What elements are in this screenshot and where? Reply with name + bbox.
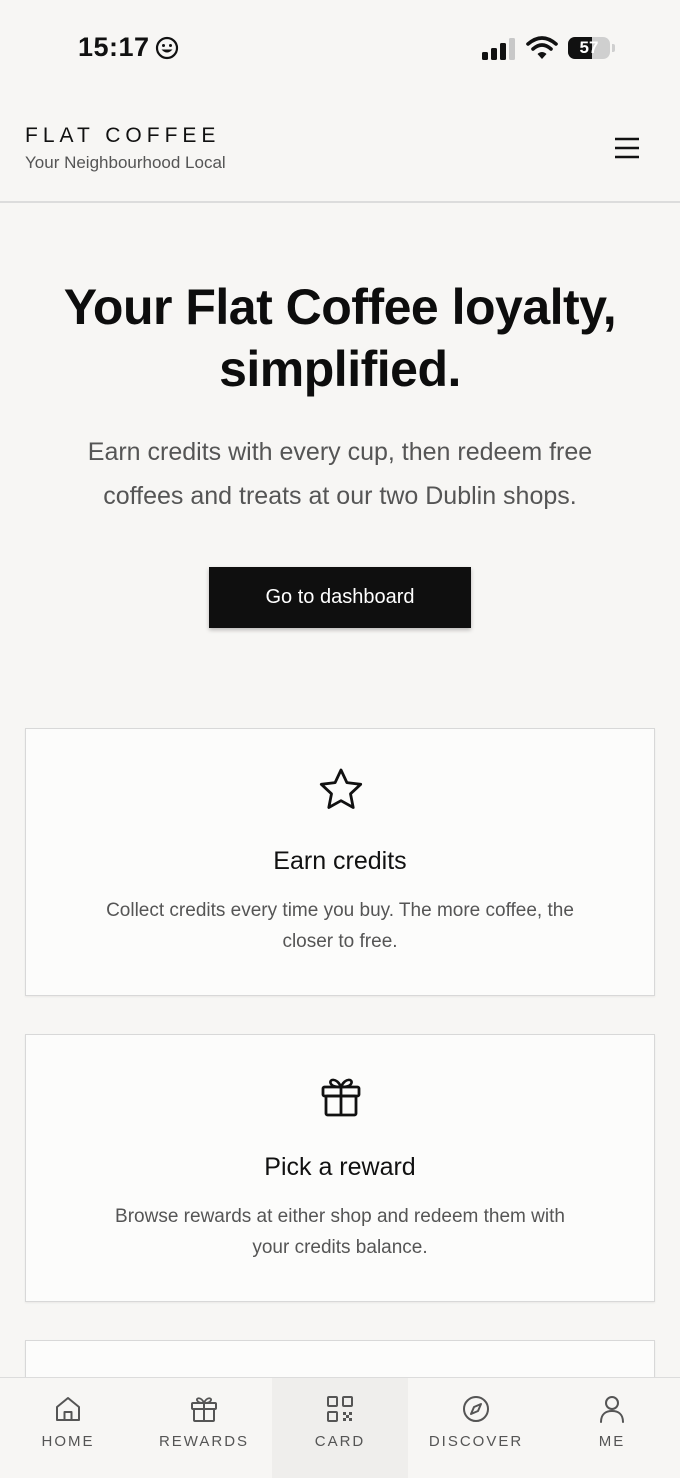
- nav-item-card[interactable]: CARD: [272, 1378, 408, 1478]
- brand-name[interactable]: FLAT COFFEE: [25, 124, 220, 148]
- card-title: Pick a reward: [264, 1153, 416, 1181]
- nav-label: DISCOVER: [428, 1433, 524, 1450]
- feature-card-pick-reward: Pick a reward Browse rewards at either s…: [25, 1034, 655, 1302]
- nav-item-home[interactable]: HOME: [0, 1378, 136, 1478]
- gift-icon: [191, 1397, 217, 1422]
- qr-code-icon: [327, 1396, 353, 1422]
- nav-label: REWARDS: [158, 1433, 250, 1450]
- nav-item-discover[interactable]: DISCOVER: [408, 1378, 544, 1478]
- status-time: 15:17: [78, 32, 150, 62]
- wifi-icon: [526, 36, 558, 59]
- hero-title: Your Flat Coffee loyalty, simplified.: [63, 279, 617, 397]
- bottom-navigation: HOME REWARDS CARD DISCOVER ME: [0, 1377, 680, 1478]
- smiley-icon: [155, 36, 179, 60]
- hero-subtitle: Earn credits with every cup, then redeem…: [87, 438, 593, 510]
- cellular-signal-icon: [482, 38, 515, 60]
- hamburger-menu-icon: [615, 137, 639, 159]
- status-bar: 15:17 57: [0, 0, 680, 100]
- star-icon: [319, 768, 363, 809]
- compass-icon: [463, 1396, 489, 1422]
- gift-icon: [321, 1078, 361, 1117]
- go-to-dashboard-button[interactable]: Go to dashboard: [209, 567, 471, 628]
- hamburger-menu-button[interactable]: [608, 130, 646, 168]
- card-description: Collect credits every time you buy. The …: [106, 900, 574, 952]
- card-description: Browse rewards at either shop and redeem…: [115, 1206, 565, 1258]
- battery-indicator: 57: [568, 37, 616, 61]
- battery-percentage: 57: [579, 38, 599, 57]
- nav-item-rewards[interactable]: REWARDS: [136, 1378, 272, 1478]
- feature-card-earn-credits: Earn credits Collect credits every time …: [25, 728, 655, 996]
- brand-tagline: Your Neighbourhood Local: [25, 153, 226, 172]
- nav-label: CARD: [314, 1433, 366, 1450]
- nav-label: HOME: [41, 1433, 95, 1450]
- site-header: FLAT COFFEE Your Neighbourhood Local: [0, 100, 680, 203]
- nav-item-me[interactable]: ME: [544, 1378, 680, 1478]
- nav-label: ME: [598, 1433, 626, 1450]
- home-icon: [56, 1397, 80, 1421]
- card-title: Earn credits: [273, 847, 407, 875]
- user-icon: [600, 1396, 624, 1423]
